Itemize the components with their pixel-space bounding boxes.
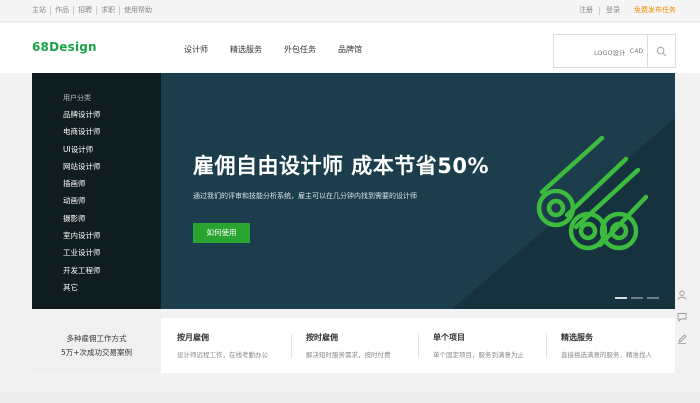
search-hints: LOGO设计 C4D (594, 47, 647, 57)
page-bottom-band (0, 392, 700, 403)
feature-title: 按时雇佣 (306, 333, 338, 342)
search-button[interactable] (647, 35, 675, 67)
floating-toolbar (674, 284, 690, 350)
feature-title: 单个项目 (433, 333, 465, 342)
feature-desc: 解决短时服务需求，按时付费 (306, 351, 391, 359)
search-box[interactable]: LOGO设计 C4D (553, 34, 676, 68)
feature-title: 按月雇佣 (177, 333, 209, 342)
search-hint-logo[interactable]: LOGO设计 (594, 47, 626, 57)
feature-desc: 设计师远程工作，在线考勤办公 (177, 351, 268, 359)
nav-brand-hall[interactable]: 品牌馆 (338, 44, 362, 55)
top-link-works[interactable]: 作品 (51, 6, 74, 15)
search-hint-c4d[interactable]: C4D (630, 47, 644, 57)
user-icon (677, 290, 687, 300)
category-sidebar: 用户分类 品牌设计师 电商设计师 UI设计师 网站设计师 插画师 动画师 摄影师… (32, 73, 161, 309)
top-link-help[interactable]: 使用帮助 (120, 6, 156, 15)
chat-icon (677, 313, 687, 322)
chat-tool[interactable] (674, 306, 690, 328)
divider (546, 334, 547, 358)
login-link[interactable]: 登录 (606, 6, 620, 15)
feature-desc: 单个固定项目，服务到满意为止 (433, 351, 524, 359)
intro-line: 多种雇佣工作方式 (66, 334, 127, 343)
account-links: 注册 登录 免费发布任务 (579, 6, 676, 15)
site-header: 68Design 设计师 精选服务 外包任务 品牌馆 LOGO设计 C4D (0, 23, 700, 73)
top-link-jobseek[interactable]: 求职 (97, 6, 120, 15)
feature-single-project[interactable]: 单个项目 单个固定项目，服务到满意为止 (433, 332, 524, 359)
carousel-dot[interactable] (615, 297, 627, 299)
category-item[interactable]: 动画师 (63, 195, 101, 212)
category-item[interactable]: 网站设计师 (63, 161, 101, 178)
edit-tool[interactable] (674, 328, 690, 350)
divider (291, 334, 292, 358)
category-item[interactable]: 室内设计师 (63, 230, 101, 247)
main-nav: 设计师 精选服务 外包任务 品牌馆 (184, 44, 384, 55)
how-to-use-button[interactable]: 如何使用 (193, 223, 250, 243)
top-link-hiring[interactable]: 招聘 (74, 6, 97, 15)
carousel-indicators (615, 297, 663, 299)
category-item[interactable]: 工业设计师 (63, 247, 101, 264)
hiring-modes-intro: 多种雇佣工作方式 5万+次成功交易案例 (32, 318, 161, 373)
top-links: 主站 作品 招聘 求职 使用帮助 (32, 6, 156, 15)
category-item[interactable]: 其它 (63, 282, 101, 299)
top-link-main[interactable]: 主站 (32, 6, 51, 15)
carousel-dot[interactable] (647, 297, 659, 299)
category-sidebar-title: 用户分类 (63, 94, 91, 102)
register-link[interactable]: 注册 (579, 6, 593, 15)
user-tool[interactable] (674, 284, 690, 306)
category-item[interactable]: 开发工程师 (63, 265, 101, 282)
category-item[interactable]: 摄影师 (63, 213, 101, 230)
banner-subtitle: 通过我们的评审和技能分析系统，雇主可以在几分钟内找到需要的设计师 (193, 192, 417, 200)
nav-featured-services[interactable]: 精选服务 (230, 44, 262, 55)
edit-icon (678, 334, 687, 344)
category-list: 品牌设计师 电商设计师 UI设计师 网站设计师 插画师 动画师 摄影师 室内设计… (63, 109, 101, 299)
hiring-modes: 多种雇佣工作方式 5万+次成功交易案例 按月雇佣 设计师远程工作，在线考勤办公 … (32, 318, 675, 373)
nav-designers[interactable]: 设计师 (184, 44, 208, 55)
divider (418, 334, 419, 358)
category-item[interactable]: 电商设计师 (63, 126, 101, 143)
category-item[interactable]: UI设计师 (63, 144, 101, 161)
site-logo[interactable]: 68Design (32, 40, 97, 54)
feature-monthly[interactable]: 按月雇佣 设计师远程工作，在线考勤办公 (177, 332, 268, 359)
top-utility-bar: 主站 作品 招聘 求职 使用帮助 注册 登录 免费发布任务 (0, 0, 700, 22)
category-item[interactable]: 品牌设计师 (63, 109, 101, 126)
category-item[interactable]: 插画师 (63, 178, 101, 195)
intro-line: 5万+次成功交易案例 (60, 348, 133, 357)
rolls-illustration (536, 135, 649, 251)
nav-outsourcing[interactable]: 外包任务 (284, 44, 316, 55)
divider (599, 6, 600, 15)
feature-title: 精选服务 (561, 333, 593, 342)
feature-desc: 直接挑选满意的服务，精准找人 (561, 351, 652, 359)
search-icon (656, 46, 667, 56)
carousel-dot[interactable] (631, 297, 643, 299)
banner-title: 雇佣自由设计师 成本节省50% (193, 154, 490, 178)
publish-task-link[interactable]: 免费发布任务 (634, 6, 676, 15)
feature-featured-services[interactable]: 精选服务 直接挑选满意的服务，精准找人 (561, 332, 652, 359)
hero-banner: 用户分类 品牌设计师 电商设计师 UI设计师 网站设计师 插画师 动画师 摄影师… (32, 73, 675, 309)
feature-hourly[interactable]: 按时雇佣 解决短时服务需求，按时付费 (306, 332, 391, 359)
